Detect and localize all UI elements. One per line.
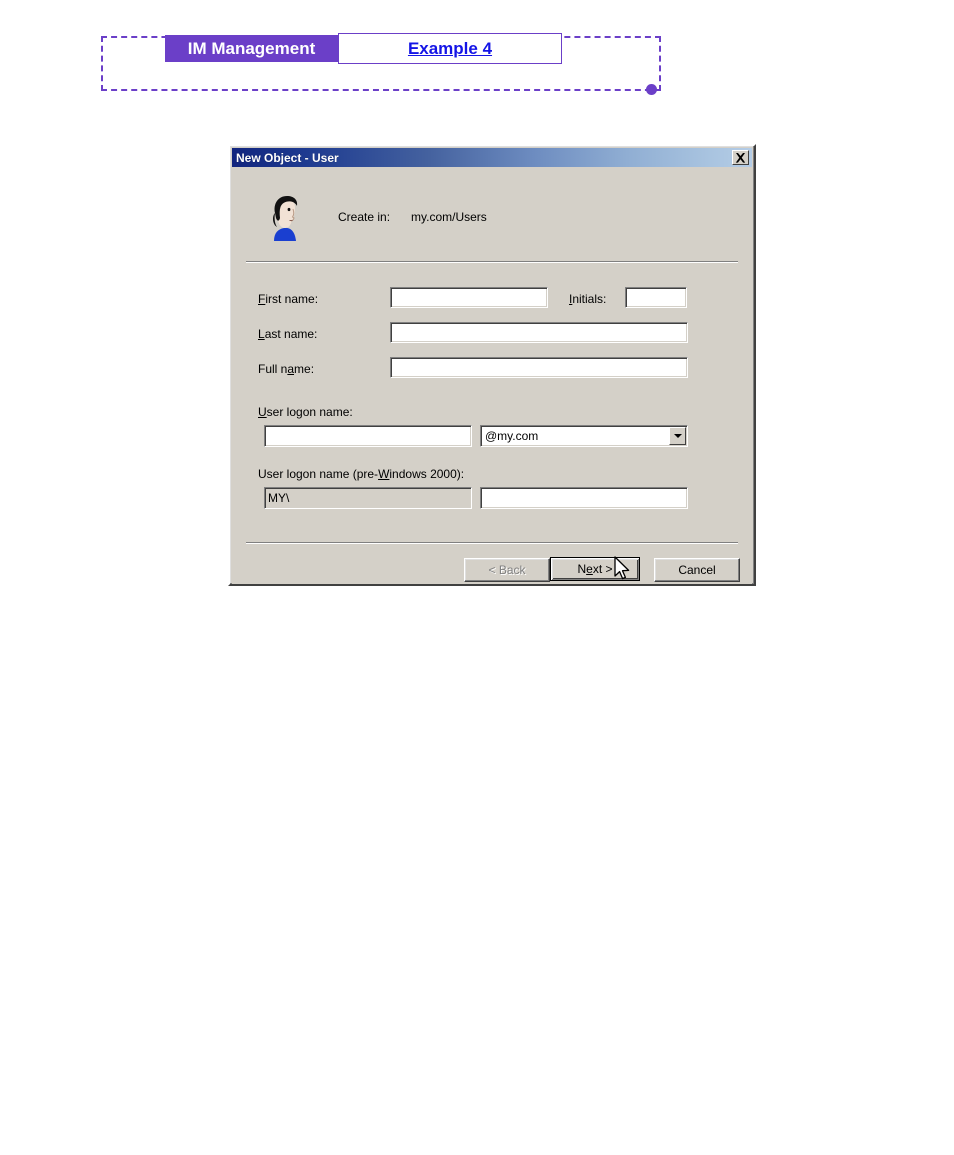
full-name-label-post: me: (294, 362, 315, 376)
next-button[interactable]: Ne xt > (550, 557, 640, 581)
first-name-label: First name: (258, 292, 318, 306)
initials-label-post: nitials: (572, 292, 607, 306)
new-object-user-dialog: New Object - User Create in: my.com/User… (228, 144, 756, 586)
user-logon-name-label-accel: U (258, 405, 267, 419)
next-button-label-post: xt > (592, 562, 613, 576)
create-in-row: Create in: my.com/Users (248, 193, 738, 245)
pre-windows-logon-label-accel: W (378, 467, 390, 481)
upn-suffix-selected-value: @my.com (485, 429, 539, 443)
first-name-label-post: irst name: (265, 292, 319, 306)
header-tab-example-label: Example 4 (407, 39, 493, 58)
user-logon-name-label: User logon name: (258, 405, 353, 419)
pre-windows-logon-label-pre: User logon name (pre- (258, 467, 379, 481)
create-in-value: my.com/Users (411, 210, 487, 224)
full-name-input[interactable] (390, 357, 688, 378)
next-button-label-pre: N (577, 562, 587, 576)
upn-suffix-combobox[interactable]: @my.com (480, 425, 688, 447)
chevron-down-icon (673, 434, 682, 438)
header-tab-example[interactable]: Example 4 (338, 33, 562, 64)
back-button[interactable]: < Back (464, 558, 550, 582)
header-endpoint-dot-icon (646, 84, 657, 95)
separator-top (246, 261, 738, 263)
pre-windows-logon-label: User logon name (pre-Windows 2000): (258, 467, 464, 481)
first-name-input[interactable] (390, 287, 548, 308)
page-header-banner: IM Management Example 4 (0, 0, 954, 120)
initials-input[interactable] (625, 287, 687, 308)
header-tab-im-management-label: IM Management (187, 39, 316, 58)
last-name-label-post: ast name: (264, 327, 318, 341)
last-name-label-accel: L (258, 327, 265, 341)
dialog-titlebar[interactable]: New Object - User (232, 148, 752, 167)
close-x-icon (735, 152, 746, 163)
create-in-label: Create in: (338, 210, 391, 224)
full-name-label-pre: Full n (258, 362, 288, 376)
user-head-icon (266, 195, 302, 241)
user-logon-name-input[interactable] (264, 425, 472, 447)
dialog-title: New Object - User (236, 150, 339, 165)
pre-windows-logon-input[interactable] (480, 487, 688, 509)
next-button-label-accel: e (586, 562, 593, 576)
dialog-body: Create in: my.com/Users First name: Init… (232, 167, 752, 584)
last-name-label: Last name: (258, 327, 317, 341)
initials-label: Initials: (569, 292, 606, 306)
header-tab-im-management[interactable]: IM Management (165, 35, 338, 62)
full-name-label: Full name: (258, 362, 314, 376)
pre-windows-domain-field: MY\ (264, 487, 472, 509)
close-button[interactable] (732, 150, 749, 165)
last-name-input[interactable] (390, 322, 688, 343)
upn-suffix-dropdown-button[interactable] (669, 427, 686, 445)
pre-windows-logon-label-post: indows 2000): (389, 467, 465, 481)
user-logon-name-label-post: ser logon name: (266, 405, 353, 419)
separator-bottom (246, 542, 738, 544)
cancel-button[interactable]: Cancel (654, 558, 740, 582)
